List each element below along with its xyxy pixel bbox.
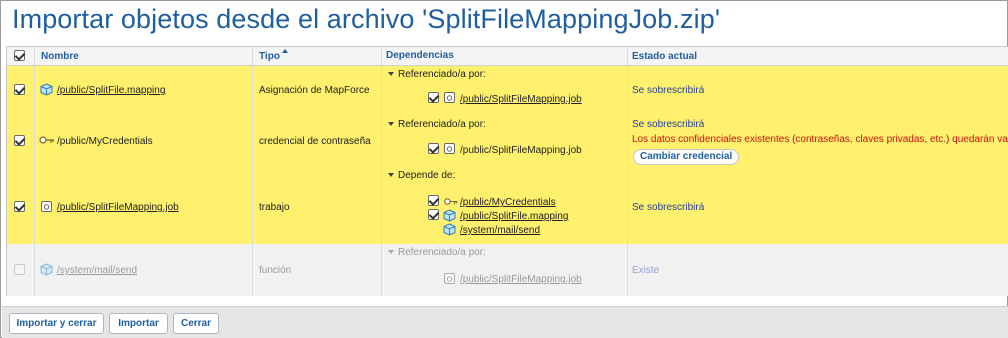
objects-table: Nombre Tipo Dependencias Estado actual /… xyxy=(6,46,1008,296)
dependency-checkbox[interactable] xyxy=(428,143,439,154)
collapse-triangle-icon[interactable] xyxy=(388,72,394,76)
collapse-triangle-icon[interactable] xyxy=(388,250,394,254)
object-type: trabajo xyxy=(259,202,290,213)
mapping-icon xyxy=(443,209,456,222)
table-row: /public/SplitFileMapping.job trabajo Dep… xyxy=(7,167,1008,244)
dependency-header: Referenciado/a por: xyxy=(398,119,486,130)
select-all-checkbox[interactable] xyxy=(14,50,25,61)
import-button[interactable]: Importar xyxy=(109,313,168,334)
table-header: Nombre Tipo Dependencias Estado actual xyxy=(7,47,1008,66)
object-name: /public/MyCredentials xyxy=(57,136,153,147)
dependency-header: Referenciado/a por: xyxy=(398,69,486,80)
column-header-status[interactable]: Estado actual xyxy=(632,51,697,62)
mapping-icon xyxy=(40,263,53,276)
dependency-header: Depende de: xyxy=(398,170,456,181)
table-row: /public/SplitFile.mapping Asignación de … xyxy=(7,66,1008,116)
dependency-checkbox[interactable] xyxy=(428,209,439,220)
object-type: credencial de contraseña xyxy=(259,136,371,147)
dependency-link[interactable]: /system/mail/send xyxy=(460,225,540,236)
key-icon xyxy=(444,198,458,205)
object-name-link[interactable]: /public/SplitFileMapping.job xyxy=(57,202,179,213)
object-name-link[interactable]: /system/mail/send xyxy=(57,265,137,276)
table-row: /public/MyCredentials credencial de cont… xyxy=(7,116,1008,167)
row-checkbox xyxy=(14,264,25,275)
column-header-name[interactable]: Nombre xyxy=(41,51,79,62)
table-row: /system/mail/send función Referenciado/a… xyxy=(7,244,1008,296)
status-text: Se sobrescribirá xyxy=(632,202,705,213)
object-type: función xyxy=(259,265,292,276)
import-dialog: Importar objetos desde el archivo 'Split… xyxy=(0,0,1008,338)
import-and-close-button[interactable]: Importar y cerrar xyxy=(9,313,104,334)
dependency-header: Referenciado/a por: xyxy=(398,247,486,258)
dependency-link[interactable]: /public/SplitFileMapping.job xyxy=(460,94,582,105)
collapse-triangle-icon[interactable] xyxy=(388,122,394,126)
column-header-dependencies[interactable]: Dependencias xyxy=(386,50,454,61)
sort-ascending-icon xyxy=(282,49,288,53)
object-type: Asignación de MapForce xyxy=(259,85,370,96)
dependency-text: /public/SplitFileMapping.job xyxy=(460,145,582,156)
job-icon xyxy=(444,273,455,284)
column-header-type[interactable]: Tipo xyxy=(259,51,280,62)
mapping-icon xyxy=(443,223,456,236)
dependency-checkbox[interactable] xyxy=(428,195,439,206)
row-checkbox[interactable] xyxy=(14,135,25,146)
collapse-triangle-icon[interactable] xyxy=(388,173,394,177)
job-icon xyxy=(444,92,455,103)
row-checkbox[interactable] xyxy=(14,201,25,212)
row-checkbox[interactable] xyxy=(14,84,25,95)
mapping-icon xyxy=(40,83,53,96)
page-title: Importar objetos desde el archivo 'Split… xyxy=(12,4,721,34)
dependency-checkbox[interactable] xyxy=(428,92,439,103)
warning-text: Los datos confidenciales existentes (con… xyxy=(632,134,1008,145)
change-credential-button[interactable]: Cambiar credencial xyxy=(633,149,740,165)
status-text: Se sobrescribirá xyxy=(632,85,705,96)
dependency-link[interactable]: /public/SplitFile.mapping xyxy=(460,211,568,222)
status-text: Se sobrescribirá xyxy=(632,119,705,130)
job-icon xyxy=(41,201,52,212)
close-button[interactable]: Cerrar xyxy=(173,313,219,334)
object-name-link[interactable]: /public/SplitFile.mapping xyxy=(57,85,165,96)
dependency-link[interactable]: /public/MyCredentials xyxy=(460,197,556,208)
job-icon xyxy=(444,143,455,154)
dependency-link[interactable]: /public/SplitFileMapping.job xyxy=(460,274,582,285)
key-icon xyxy=(39,136,54,144)
button-bar: Importar y cerrar Importar Cerrar xyxy=(2,306,1008,338)
status-text: Existe xyxy=(632,265,660,276)
